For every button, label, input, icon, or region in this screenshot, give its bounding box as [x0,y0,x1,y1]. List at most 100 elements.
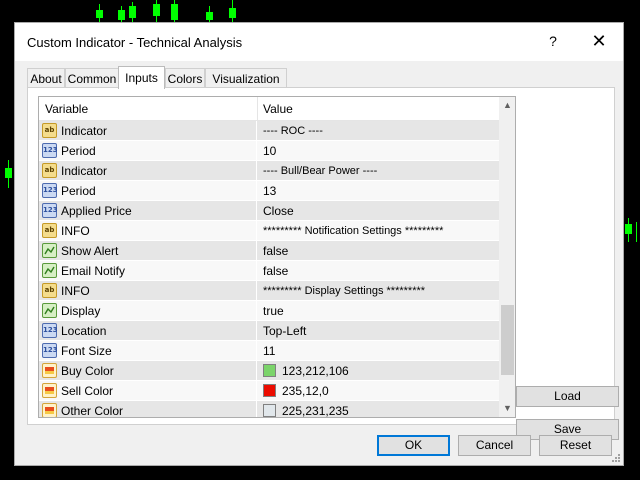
candle [5,168,12,178]
variable-cell: Show Alert [39,241,257,261]
reset-button[interactable]: Reset [539,435,612,456]
variable-name: Indicator [61,164,108,178]
custom-indicator-dialog: Custom Indicator - Technical Analysis ? … [14,22,624,466]
inputs-panel: Variable Value ab Indicator ---- ROC ---- 1… [27,87,619,440]
table-row[interactable]: ab Indicator ---- ROC ---- [39,121,499,141]
load-button[interactable]: Load [516,386,619,407]
value-cell[interactable]: ---- ROC ---- [263,125,323,137]
candle [625,224,632,234]
color-type-icon [42,383,57,398]
variable-name: Period [61,184,96,198]
value-cell[interactable]: 123,212,106 [282,364,349,378]
grid-header: Variable Value [39,97,499,121]
grid-scrollbar[interactable]: ▲ ▼ [499,97,515,417]
variable-cell: 123 Period [39,141,257,161]
variable-name: Applied Price [61,204,132,218]
value-cell[interactable]: 10 [263,144,276,158]
table-row[interactable]: Sell Color 235,12,0 [39,381,499,401]
variable-name: INFO [61,224,90,238]
value-cell[interactable]: ********* Notification Settings ********… [263,225,443,237]
candle [118,10,125,20]
column-header-value[interactable]: Value [263,102,293,116]
window-title: Custom Indicator - Technical Analysis [27,35,243,50]
variable-name: Email Notify [61,264,126,278]
value-cell[interactable]: Top-Left [263,324,306,338]
string-type-icon: ab [42,123,57,138]
variable-cell: Display [39,301,257,321]
table-row[interactable]: Buy Color 123,212,106 [39,361,499,381]
scroll-up-arrow-icon[interactable]: ▲ [499,97,515,114]
scroll-thumb[interactable] [501,305,514,375]
boolean-type-icon [42,263,57,278]
boolean-type-icon [42,243,57,258]
string-type-icon: ab [42,163,57,178]
value-cell[interactable]: true [263,304,284,318]
resize-grip-icon[interactable] [611,453,621,463]
table-row[interactable]: ab Indicator ---- Bull/Bear Power ---- [39,161,499,181]
variable-name: Font Size [61,344,112,358]
color-swatch[interactable] [263,364,276,377]
variable-name: Period [61,144,96,158]
value-cell[interactable]: false [263,244,288,258]
tab-common[interactable]: Common [65,68,119,88]
tab-about[interactable]: About [27,68,65,88]
variable-cell: ab Indicator [39,121,257,141]
value-cell[interactable]: 225,231,235 [282,404,349,417]
scroll-down-arrow-icon[interactable]: ▼ [499,400,515,417]
value-cell[interactable]: ---- Bull/Bear Power ---- [263,165,377,177]
numeric-type-icon: 123 [42,203,58,218]
title-bar: Custom Indicator - Technical Analysis ? … [15,23,623,61]
candle [636,222,637,242]
table-row[interactable]: 123 Font Size 11 [39,341,499,361]
variable-name: Display [61,304,101,318]
column-divider[interactable] [257,97,258,121]
variable-cell: ab Indicator [39,161,257,181]
string-type-icon: ab [42,283,57,298]
tab-colors[interactable]: Colors [165,68,205,88]
variable-cell: 123 Period [39,181,257,201]
table-row[interactable]: Display true [39,301,499,321]
variable-name: Indicator [61,124,108,138]
color-swatch[interactable] [263,404,276,417]
color-type-icon [42,403,57,417]
variable-cell: Other Color [39,401,257,418]
tab-inputs[interactable]: Inputs [118,66,165,89]
variable-cell: Email Notify [39,261,257,281]
candle [96,10,103,18]
ok-button[interactable]: OK [377,435,450,456]
candle [153,4,160,16]
candle [129,6,136,18]
table-row[interactable]: Other Color 225,231,235 [39,401,499,418]
cancel-button[interactable]: Cancel [458,435,531,456]
variable-cell: ab INFO [39,281,257,301]
table-row[interactable]: Email Notify false [39,261,499,281]
color-swatch[interactable] [263,384,276,397]
value-cell[interactable]: 13 [263,184,276,198]
table-row[interactable]: 123 Applied Price Close [39,201,499,221]
variable-name: Other Color [61,404,124,418]
string-type-icon: ab [42,223,57,238]
tab-visualization[interactable]: Visualization [205,68,287,88]
variable-cell: ab INFO [39,221,257,241]
candle [229,8,236,18]
variable-cell: Sell Color [39,381,257,401]
table-row[interactable]: ab INFO ********* Notification Settings **… [39,221,499,241]
numeric-type-icon: 123 [42,143,58,158]
value-cell[interactable]: ********* Display Settings ********* [263,285,425,297]
table-row[interactable]: 123 Location Top-Left [39,321,499,341]
help-button[interactable]: ? [543,33,563,49]
table-row[interactable]: Show Alert false [39,241,499,261]
value-cell[interactable]: Close [263,204,294,218]
close-button[interactable]: ✕ [589,31,609,52]
value-cell[interactable]: 11 [263,344,275,358]
numeric-type-icon: 123 [42,343,58,358]
table-row[interactable]: 123 Period 13 [39,181,499,201]
variable-name: Sell Color [61,384,114,398]
table-row[interactable]: ab INFO ********* Display Settings *******… [39,281,499,301]
value-cell[interactable]: 235,12,0 [282,384,329,398]
variable-cell: 123 Applied Price [39,201,257,221]
table-row[interactable]: 123 Period 10 [39,141,499,161]
inputs-grid: Variable Value ab Indicator ---- ROC ---- 1… [38,96,516,418]
value-cell[interactable]: false [263,264,288,278]
column-header-variable[interactable]: Variable [45,102,88,116]
